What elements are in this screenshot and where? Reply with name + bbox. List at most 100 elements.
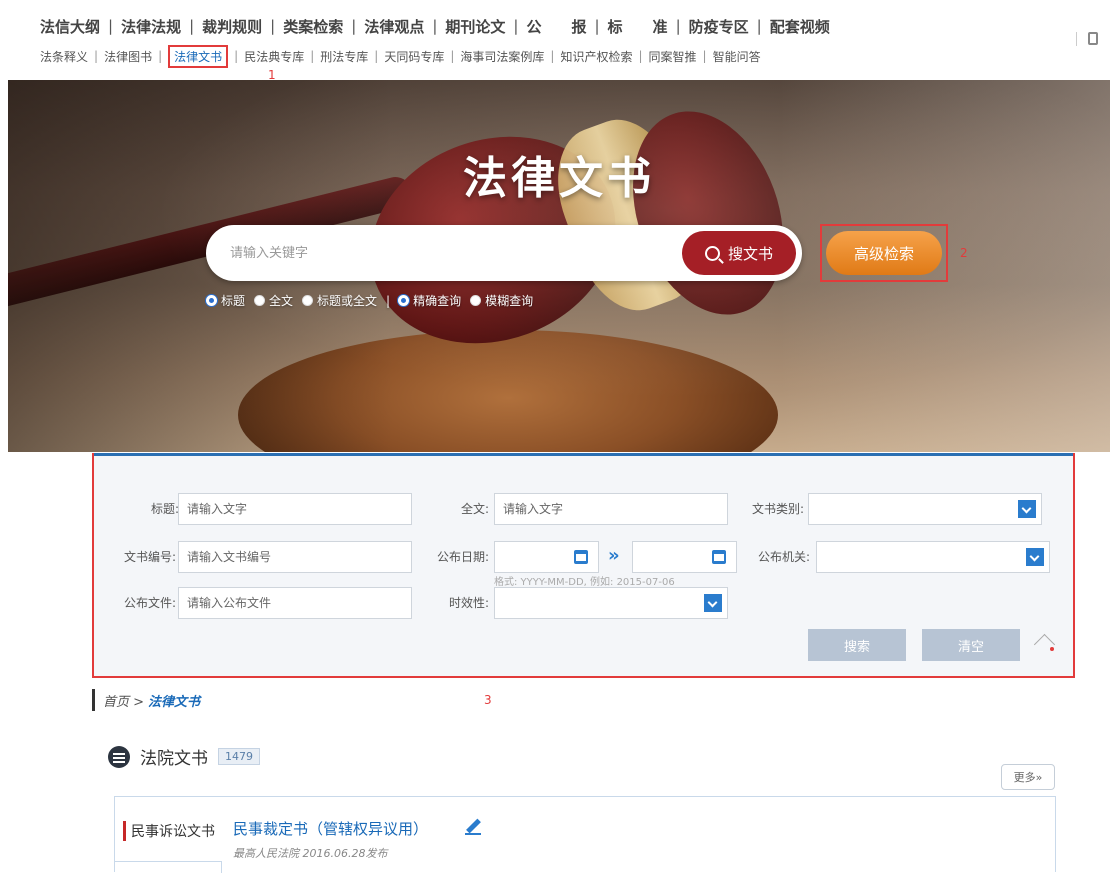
subnav-item-civil-code[interactable]: 民法典专库 xyxy=(244,48,304,65)
top-navigation: 法信大纲 | 法律法规 | 裁判规则 | 类案检索 | 法律观点 | 期刊论文 | 公 报 |… xyxy=(0,0,1110,82)
breadcrumb-home[interactable]: 首页 > xyxy=(103,691,144,710)
primary-nav: 法信大纲 | 法律法规 | 裁判规则 | 类案检索 | 法律观点 | 期刊论文 | 公 报 |… xyxy=(40,14,830,38)
search-box: 搜文书 xyxy=(206,225,802,281)
subnav-item-smart-qa[interactable]: 智能问答 xyxy=(713,48,761,65)
nav-separator: | xyxy=(310,49,315,63)
calendar-icon[interactable] xyxy=(574,550,588,564)
radio-selected-icon xyxy=(206,295,217,306)
annotation-marker-3: 3 xyxy=(484,693,492,707)
subnav-item-similar-cases[interactable]: 同案智推 xyxy=(649,48,697,65)
radio-match-exact[interactable]: 精确查询 xyxy=(398,292,461,309)
radio-selected-icon xyxy=(398,295,410,306)
pubfile-input[interactable] xyxy=(178,587,412,619)
page-title: 法律文书 xyxy=(463,153,655,204)
form-clear-button[interactable]: 清空 xyxy=(922,629,1020,661)
category-label: 文书类别: xyxy=(751,502,804,516)
subnav-item-maritime[interactable]: 海事司法案例库 xyxy=(460,48,544,65)
nav-separator: | xyxy=(351,17,357,35)
nav-separator: | xyxy=(550,49,555,63)
subnav-item-legal-documents[interactable]: 法律文书 xyxy=(168,44,229,68)
radio-scope-title-or-fulltext[interactable]: 标题或全文 xyxy=(302,292,377,309)
radio-icon xyxy=(470,295,482,306)
search-button-label: 搜文书 xyxy=(727,244,773,263)
fulltext-input[interactable] xyxy=(494,493,728,525)
search-documents-button[interactable]: 搜文书 xyxy=(682,231,796,275)
court-documents-section: 法院文书 1479 更多» 民事诉讼文书 民事裁定书（管辖权异议用） 最高人民法… xyxy=(92,722,1075,873)
nav-separator: | xyxy=(374,49,379,63)
nav-item-journals[interactable]: 期刊论文 xyxy=(445,16,505,37)
advanced-search-highlight: 高级检索 xyxy=(820,224,948,282)
edit-icon[interactable] xyxy=(465,817,483,835)
result-list: 民事诉讼文书 民事裁定书（管辖权异议用） 最高人民法院 2016.06.28发布 xyxy=(114,796,1056,873)
subnav-item-interpretation[interactable]: 法条释义 xyxy=(40,48,88,65)
radio-label: 精确查询 xyxy=(413,294,462,308)
more-button[interactable]: 更多» xyxy=(1001,764,1055,790)
document-list-icon xyxy=(108,745,130,768)
breadcrumb: 首页 > 法律文书 xyxy=(92,689,200,711)
nav-item-gazette[interactable]: 公 报 xyxy=(526,16,586,37)
nav-separator: | xyxy=(675,17,681,35)
subnav-item-tiantong-code[interactable]: 天同码专库 xyxy=(384,48,444,65)
date-end-input[interactable] xyxy=(632,541,737,573)
nav-item-opinions[interactable]: 法律观点 xyxy=(364,16,424,37)
radio-scope-fulltext[interactable]: 全文 xyxy=(254,292,293,309)
radio-label: 标题或全文 xyxy=(317,294,378,308)
collapse-icon[interactable] xyxy=(1034,635,1056,651)
nav-item-laws[interactable]: 法律法规 xyxy=(121,16,181,37)
pubfile-label: 公布文件: xyxy=(123,596,176,610)
calendar-icon[interactable] xyxy=(712,550,726,564)
form-search-button[interactable]: 搜索 xyxy=(808,629,906,661)
nav-separator: | xyxy=(638,49,643,63)
result-item-title[interactable]: 民事裁定书（管辖权异议用） xyxy=(233,818,428,839)
search-input[interactable] xyxy=(230,225,670,281)
docno-input[interactable] xyxy=(178,541,412,573)
date-start-input[interactable] xyxy=(494,541,599,573)
radio-match-fuzzy[interactable]: 模糊查询 xyxy=(470,292,533,309)
nav-separator: | xyxy=(513,17,519,35)
validity-select[interactable] xyxy=(494,587,728,619)
nav-separator: | xyxy=(270,17,276,35)
nav-separator: | xyxy=(94,49,99,63)
nav-separator: | xyxy=(756,17,762,35)
mobile-icon[interactable] xyxy=(1076,32,1098,46)
search-icon xyxy=(704,245,720,261)
section-title: 法院文书 xyxy=(140,749,208,769)
radio-label: 标题 xyxy=(221,294,246,308)
subnav-item-criminal-law[interactable]: 刑法专库 xyxy=(320,48,368,65)
nav-separator: | xyxy=(594,17,600,35)
search-options: 标题 全文 标题或全文 | 精确查询 模糊查询 xyxy=(206,292,542,309)
annotation-marker-2: 2 xyxy=(960,246,968,260)
title-input[interactable] xyxy=(178,493,412,525)
hero-banner: 法律文书 搜文书 高级检索 2 标题 全文 标题或全文 | 精确查询 模糊查询 xyxy=(8,80,1110,452)
nav-item-outline[interactable]: 法信大纲 xyxy=(40,16,100,37)
form-row: 标题: 全文: 文书类别: xyxy=(94,493,1073,525)
result-count-badge: 1479 xyxy=(218,748,260,765)
nav-item-standards[interactable]: 标 准 xyxy=(608,16,668,37)
radio-label: 全文 xyxy=(269,294,294,308)
nav-separator: | xyxy=(702,49,707,63)
double-chevron-right-icon: » xyxy=(608,545,620,566)
nav-item-cases[interactable]: 类案检索 xyxy=(283,16,343,37)
nav-item-epidemic[interactable]: 防疫专区 xyxy=(689,16,749,37)
docno-label: 文书编号: xyxy=(123,550,176,564)
chevron-down-icon xyxy=(704,594,722,612)
nav-separator: | xyxy=(234,49,239,63)
radio-label: 模糊查询 xyxy=(485,294,534,308)
subnav-item-books[interactable]: 法律图书 xyxy=(104,48,152,65)
advanced-search-button[interactable]: 高级检索 xyxy=(826,231,942,275)
radio-scope-title[interactable]: 标题 xyxy=(206,292,245,309)
nav-separator: | xyxy=(189,17,195,35)
category-select[interactable] xyxy=(808,493,1042,525)
fulltext-label: 全文: xyxy=(460,502,489,516)
nav-item-rulings[interactable]: 裁判规则 xyxy=(202,16,262,37)
nav-separator: | xyxy=(158,49,163,63)
nav-item-videos[interactable]: 配套视频 xyxy=(770,16,830,37)
validity-label: 时效性: xyxy=(448,596,489,610)
authority-select[interactable] xyxy=(816,541,1050,573)
form-row: 文书编号: 公布日期: » 公布机关: xyxy=(94,541,1073,573)
date-label: 公布日期: xyxy=(436,550,489,564)
result-item-meta: 最高人民法院 2016.06.28发布 xyxy=(233,847,388,860)
subnav-item-ip[interactable]: 知识产权检索 xyxy=(560,48,632,65)
radio-icon xyxy=(254,295,266,306)
result-category[interactable]: 民事诉讼文书 xyxy=(123,821,215,841)
